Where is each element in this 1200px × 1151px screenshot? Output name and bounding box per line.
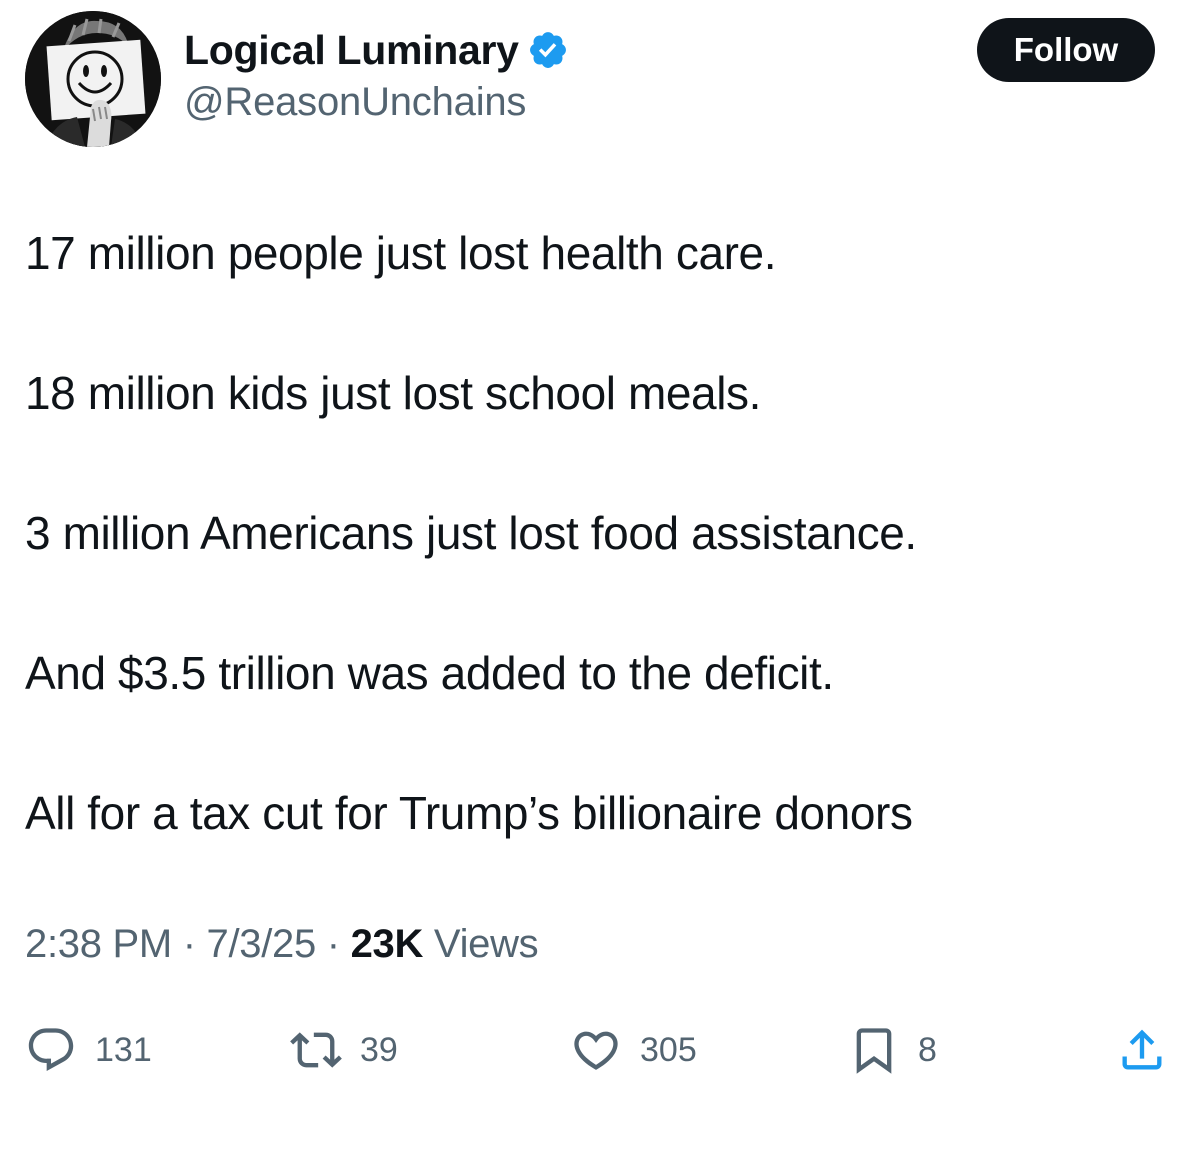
reply-count: 131 [95, 1030, 152, 1069]
views-label: Views [423, 922, 539, 966]
reply-button[interactable]: 131 [25, 1022, 152, 1078]
repost-count: 39 [360, 1030, 398, 1069]
tweet-text-line: And $3.5 trillion was added to the defic… [25, 647, 834, 699]
avatar[interactable] [25, 11, 161, 147]
share-icon [1122, 1029, 1162, 1070]
meta-separator: · [171, 922, 207, 966]
share-button[interactable] [1116, 1022, 1168, 1078]
like-count: 305 [640, 1030, 697, 1069]
display-name[interactable]: Logical Luminary [184, 27, 519, 74]
bookmark-icon [856, 1028, 892, 1074]
display-name-row[interactable]: Logical Luminary [184, 22, 569, 78]
verified-badge-icon[interactable] [527, 29, 569, 71]
reply-icon [28, 1028, 74, 1072]
handle[interactable]: @ReasonUnchains [184, 80, 526, 125]
timestamp-date[interactable]: 7/3/25 [207, 922, 317, 966]
bookmark-button[interactable]: 8 [848, 1022, 937, 1078]
tweet-text-line: All for a tax cut for Trump’s billionair… [25, 787, 913, 839]
views-count[interactable]: 23K [351, 922, 424, 966]
follow-button[interactable]: Follow [977, 18, 1155, 82]
tweet-card: Logical Luminary @ReasonUnchains Follow … [0, 0, 1200, 1151]
bookmark-count: 8 [918, 1030, 937, 1069]
heart-icon [574, 1031, 618, 1070]
tweet-text-line: 3 million Americans just lost food assis… [25, 507, 917, 559]
meta-separator: · [315, 922, 351, 966]
timestamp-time[interactable]: 2:38 PM [25, 922, 172, 966]
tweet-meta: 2:38 PM · 7/3/25 · 23K Views [25, 922, 539, 967]
like-button[interactable]: 305 [570, 1022, 697, 1078]
repost-icon [290, 1032, 342, 1068]
smiley-face-sign-avatar-icon [25, 11, 161, 147]
repost-button[interactable]: 39 [290, 1022, 398, 1078]
tweet-text-line: 18 million kids just lost school meals. [25, 367, 762, 419]
tweet-text-line: 17 million people just lost health care. [25, 227, 777, 279]
